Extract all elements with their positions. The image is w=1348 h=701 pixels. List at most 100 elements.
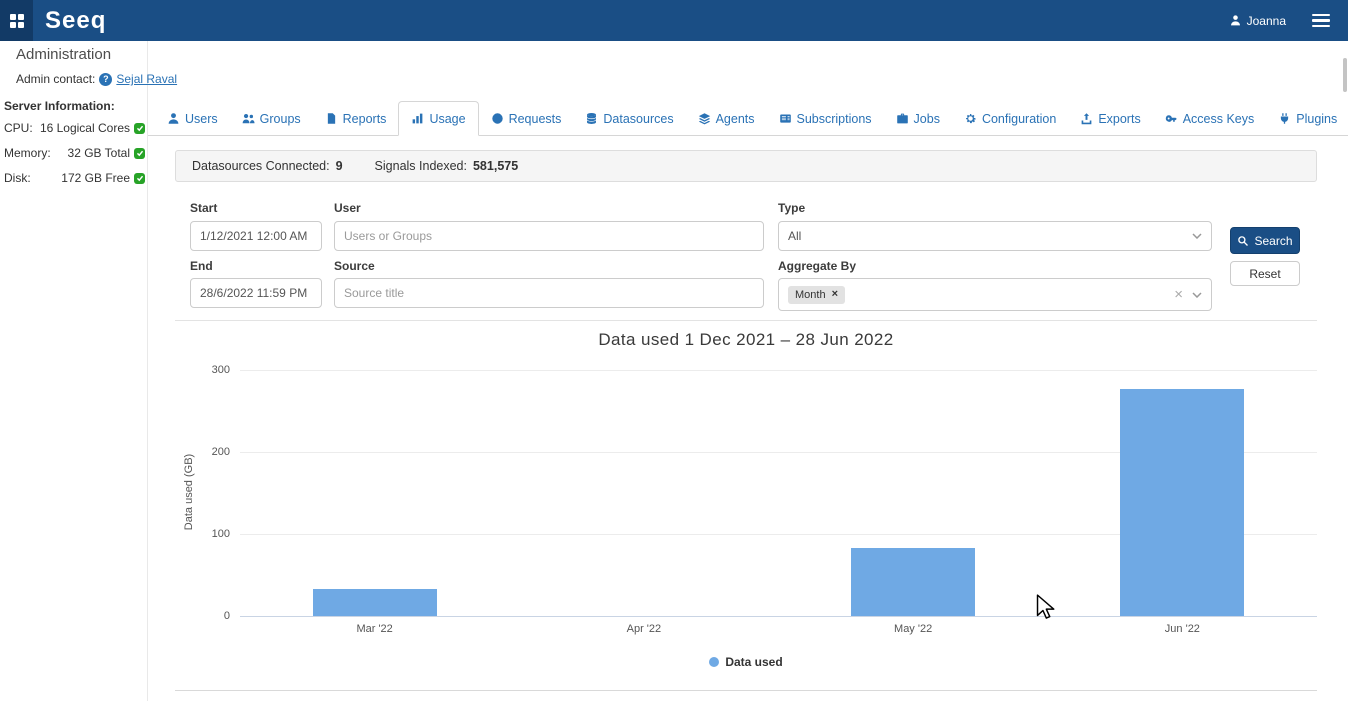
cpu-label: CPU: bbox=[4, 121, 33, 135]
x-tick-label: May '22 bbox=[779, 623, 1048, 635]
app-grid-icon bbox=[10, 14, 24, 28]
usage-chart: Data used 1 Dec 2021 – 28 Jun 2022 Data … bbox=[175, 320, 1317, 691]
datasources-connected-value: 9 bbox=[336, 159, 343, 173]
y-tick-label: 200 bbox=[180, 446, 230, 458]
end-date-input[interactable] bbox=[190, 278, 322, 308]
check-icon bbox=[134, 173, 145, 184]
page-title: Administration bbox=[16, 46, 111, 63]
chart-legend[interactable]: Data used bbox=[175, 655, 1317, 669]
user-label: User bbox=[334, 201, 361, 215]
tab-label: Subscriptions bbox=[797, 112, 872, 126]
check-icon bbox=[134, 148, 145, 159]
y-tick-label: 100 bbox=[180, 528, 230, 540]
disk-value: 172 GB Free bbox=[61, 171, 130, 185]
memory-label: Memory: bbox=[4, 146, 51, 160]
cpu-value: 16 Logical Cores bbox=[40, 121, 130, 135]
search-button[interactable]: Search bbox=[1230, 227, 1300, 254]
aggregate-by-select[interactable]: Month × × bbox=[778, 278, 1212, 311]
bar-May '22[interactable] bbox=[851, 548, 975, 616]
chevron-down-icon bbox=[1192, 233, 1202, 239]
disk-label: Disk: bbox=[4, 171, 31, 185]
tab-datasources[interactable]: Datasources bbox=[573, 101, 685, 136]
tab-label: Usage bbox=[429, 112, 465, 126]
start-label: Start bbox=[190, 201, 217, 215]
tab-reports[interactable]: Reports bbox=[313, 101, 399, 136]
agents-icon bbox=[698, 112, 711, 125]
chip-remove-icon[interactable]: × bbox=[832, 289, 838, 300]
type-select[interactable]: All bbox=[778, 221, 1212, 251]
bar-Mar '22[interactable] bbox=[313, 589, 437, 616]
tab-label: Jobs bbox=[914, 112, 940, 126]
x-tick-label: Jun '22 bbox=[1048, 623, 1317, 635]
chevron-down-icon bbox=[1192, 292, 1202, 298]
stats-bar: Datasources Connected: 9 Signals Indexed… bbox=[175, 150, 1317, 182]
requests-icon bbox=[491, 112, 504, 125]
server-info-row-cpu: CPU: 16 Logical Cores bbox=[4, 121, 145, 135]
access-keys-icon bbox=[1165, 112, 1178, 125]
tab-subscriptions[interactable]: Subscriptions bbox=[767, 101, 884, 136]
tab-label: Groups bbox=[260, 112, 301, 126]
gridline bbox=[240, 370, 1317, 371]
hamburger-menu-button[interactable] bbox=[1308, 10, 1334, 32]
legend-marker bbox=[709, 657, 719, 667]
reset-button[interactable]: Reset bbox=[1230, 261, 1300, 286]
aggregate-chip-label: Month bbox=[795, 289, 826, 301]
signals-indexed-value: 581,575 bbox=[473, 159, 518, 173]
admin-contact-label: Admin contact: bbox=[16, 72, 95, 86]
seeq-logo[interactable]: Seeq bbox=[45, 7, 106, 35]
source-label: Source bbox=[334, 259, 375, 273]
users-icon bbox=[167, 112, 180, 125]
app-grid-button[interactable] bbox=[0, 0, 33, 41]
chart-plot: 0100200300Mar '22Apr '22May '22Jun '22 bbox=[240, 370, 1317, 617]
source-input[interactable] bbox=[334, 278, 764, 308]
tab-label: Reports bbox=[343, 112, 387, 126]
tab-agents[interactable]: Agents bbox=[686, 101, 767, 136]
tab-label: Exports bbox=[1098, 112, 1140, 126]
start-date-input[interactable] bbox=[190, 221, 322, 251]
tab-usage[interactable]: Usage bbox=[398, 101, 478, 136]
tab-label: Requests bbox=[509, 112, 562, 126]
x-tick-label: Mar '22 bbox=[240, 623, 509, 635]
topbar: Seeq Joanna bbox=[0, 0, 1348, 41]
plugins-icon bbox=[1278, 112, 1291, 125]
type-label: Type bbox=[778, 201, 805, 215]
usage-icon bbox=[411, 112, 424, 125]
configuration-icon bbox=[964, 112, 977, 125]
bar-Jun '22[interactable] bbox=[1120, 389, 1244, 616]
tab-users[interactable]: Users bbox=[155, 101, 230, 136]
type-select-value: All bbox=[788, 229, 801, 243]
tab-groups[interactable]: Groups bbox=[230, 101, 313, 136]
tab-label: Users bbox=[185, 112, 218, 126]
help-icon[interactable]: ? bbox=[99, 73, 112, 86]
y-tick-label: 300 bbox=[180, 364, 230, 376]
y-tick-label: 0 bbox=[180, 610, 230, 622]
tab-label: Datasources bbox=[603, 112, 673, 126]
tab-access-keys[interactable]: Access Keys bbox=[1153, 101, 1267, 136]
clear-icon[interactable]: × bbox=[1174, 287, 1183, 302]
legend-label: Data used bbox=[725, 655, 782, 669]
datasources-icon bbox=[585, 112, 598, 125]
scrollbar-thumb[interactable] bbox=[1343, 58, 1347, 92]
signals-indexed-label: Signals Indexed: bbox=[375, 159, 467, 173]
user-input[interactable] bbox=[334, 221, 764, 251]
aggregate-chip-month[interactable]: Month × bbox=[788, 286, 845, 304]
exports-icon bbox=[1080, 112, 1093, 125]
tab-label: Agents bbox=[716, 112, 755, 126]
tab-requests[interactable]: Requests bbox=[479, 101, 574, 136]
admin-contact-link[interactable]: Sejal Raval bbox=[116, 72, 177, 86]
end-label: End bbox=[190, 259, 213, 273]
x-tick-label: Apr '22 bbox=[509, 623, 778, 635]
server-info-row-disk: Disk: 172 GB Free bbox=[4, 171, 145, 185]
administration-page: Seeq Joanna Administration Admin contact… bbox=[0, 0, 1348, 701]
tab-exports[interactable]: Exports bbox=[1068, 101, 1152, 136]
tab-configuration[interactable]: Configuration bbox=[952, 101, 1068, 136]
tab-plugins[interactable]: Plugins bbox=[1266, 101, 1348, 136]
tab-label: Configuration bbox=[982, 112, 1056, 126]
admin-contact: Admin contact: ? Sejal Raval bbox=[16, 72, 177, 86]
jobs-icon bbox=[896, 112, 909, 125]
subscriptions-icon bbox=[779, 112, 792, 125]
groups-icon bbox=[242, 112, 255, 125]
tab-jobs[interactable]: Jobs bbox=[884, 101, 952, 136]
user-menu[interactable]: Joanna bbox=[1229, 14, 1286, 28]
user-icon bbox=[1229, 14, 1242, 27]
